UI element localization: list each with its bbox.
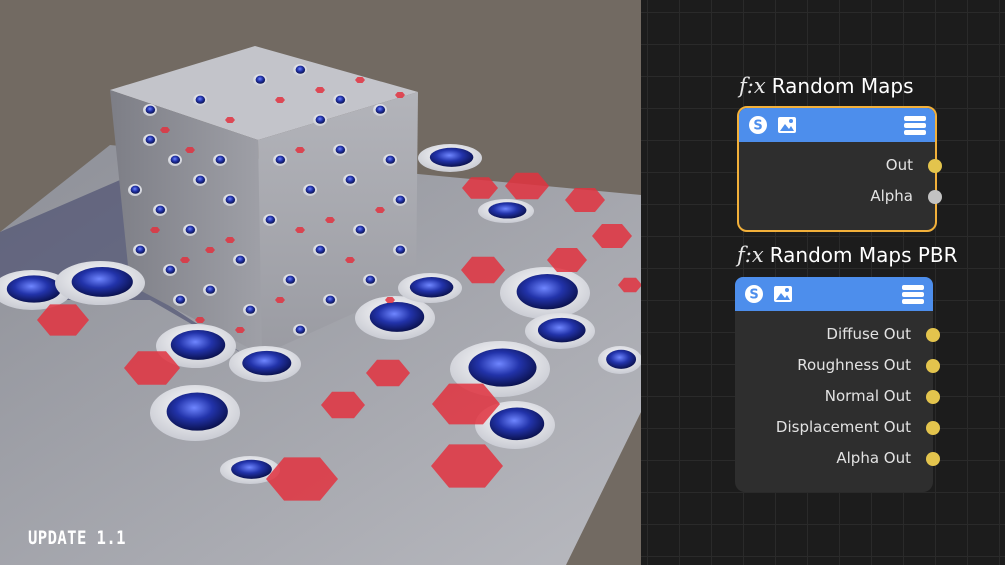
blue-spot [295, 325, 306, 334]
node-random-maps-pbr[interactable]: S Diffuse Out Roughness Out Normal Out D… [735, 277, 940, 492]
blue-spot [185, 225, 196, 234]
blue-spot [155, 205, 166, 214]
update-label: UPDATE 1.1 [28, 527, 126, 549]
svg-text:S: S [753, 119, 762, 134]
port-connector[interactable] [926, 327, 940, 342]
blue-spot [335, 145, 346, 154]
blue-spot [395, 195, 406, 204]
output-port-alpha[interactable]: Alpha Out [735, 443, 940, 474]
blue-spot [195, 95, 206, 104]
blue-spot [245, 305, 256, 314]
port-label: Displacement Out [775, 418, 911, 436]
blue-spot [606, 349, 637, 369]
blue-spot [516, 274, 578, 310]
output-port-normal[interactable]: Normal Out [735, 381, 940, 412]
blue-spot [170, 329, 226, 360]
render-viewport[interactable]: UPDATE 1.1 [0, 0, 641, 565]
image-icon[interactable] [773, 284, 793, 308]
blue-spot [165, 265, 176, 274]
blue-spot [335, 95, 346, 104]
port-connector[interactable] [926, 358, 940, 373]
port-label: Normal Out [824, 387, 911, 405]
function-icon: f:x [739, 74, 766, 98]
substance-icon[interactable]: S [748, 115, 768, 139]
port-label: Diffuse Out [826, 325, 911, 343]
blue-spot [369, 301, 425, 332]
blue-spot [365, 275, 376, 284]
menu-icon[interactable] [902, 284, 924, 308]
node-title-random-maps: f:x Random Maps [739, 74, 914, 98]
blue-spot [145, 135, 156, 144]
menu-icon[interactable] [904, 115, 926, 139]
blue-spot [166, 392, 228, 431]
blue-spot [345, 175, 356, 184]
blue-spot [6, 275, 62, 303]
blue-spot [315, 115, 326, 124]
node-random-maps[interactable]: S Out Alpha [737, 106, 942, 232]
port-label: Roughness Out [797, 356, 911, 374]
output-port-alpha[interactable]: Alpha [739, 181, 942, 212]
blue-spot [488, 202, 527, 219]
port-connector[interactable] [926, 389, 940, 404]
substance-icon[interactable]: S [744, 284, 764, 308]
port-connector[interactable] [926, 451, 940, 466]
blue-spot [145, 105, 156, 114]
blue-spot [489, 407, 545, 441]
blue-spot [205, 285, 216, 294]
port-label: Alpha Out [836, 449, 911, 467]
port-connector[interactable] [928, 158, 942, 173]
blue-spot [130, 185, 141, 194]
blue-spot [295, 65, 306, 74]
blue-spot [135, 245, 146, 254]
node-title-text: Random Maps PBR [769, 243, 958, 267]
blue-spot [537, 317, 586, 343]
blue-spot [409, 277, 454, 298]
node-title-random-maps-pbr: f:x Random Maps PBR [737, 243, 958, 267]
blue-spot [385, 155, 396, 164]
node-editor[interactable]: f:x Random Maps S Out Alpha f:x Random Map… [641, 0, 1005, 565]
blue-spot [325, 295, 336, 304]
svg-text:S: S [749, 288, 758, 303]
blue-spot [275, 155, 286, 164]
node-header[interactable]: S [735, 277, 933, 311]
blue-spot [468, 348, 537, 387]
blue-spot [315, 245, 326, 254]
output-port-out[interactable]: Out [739, 150, 942, 181]
blue-spot [355, 225, 366, 234]
blue-spot [71, 266, 133, 297]
port-label: Out [885, 156, 913, 174]
port-connector[interactable] [926, 420, 940, 435]
blue-spot [285, 275, 296, 284]
rendered-scene [0, 46, 641, 565]
blue-spot [170, 155, 181, 164]
blue-spot [215, 155, 226, 164]
blue-spot [225, 195, 236, 204]
blue-spot [231, 459, 272, 479]
blue-spot [395, 245, 406, 254]
port-connector[interactable] [928, 189, 942, 204]
output-port-diffuse[interactable]: Diffuse Out [735, 319, 940, 350]
blue-spot [305, 185, 316, 194]
blue-spot [242, 350, 292, 376]
function-icon: f:x [737, 243, 764, 267]
node-header[interactable]: S [739, 108, 935, 142]
output-port-displacement[interactable]: Displacement Out [735, 412, 940, 443]
blue-spot [375, 105, 386, 114]
blue-spot [195, 175, 206, 184]
blue-spot [265, 215, 276, 224]
blue-spot [175, 295, 186, 304]
output-port-roughness[interactable]: Roughness Out [735, 350, 940, 381]
node-title-text: Random Maps [771, 74, 914, 98]
blue-spot [255, 75, 266, 84]
port-label: Alpha [870, 187, 913, 205]
blue-spot [235, 255, 246, 264]
image-icon[interactable] [777, 115, 797, 139]
blue-spot [429, 147, 474, 167]
